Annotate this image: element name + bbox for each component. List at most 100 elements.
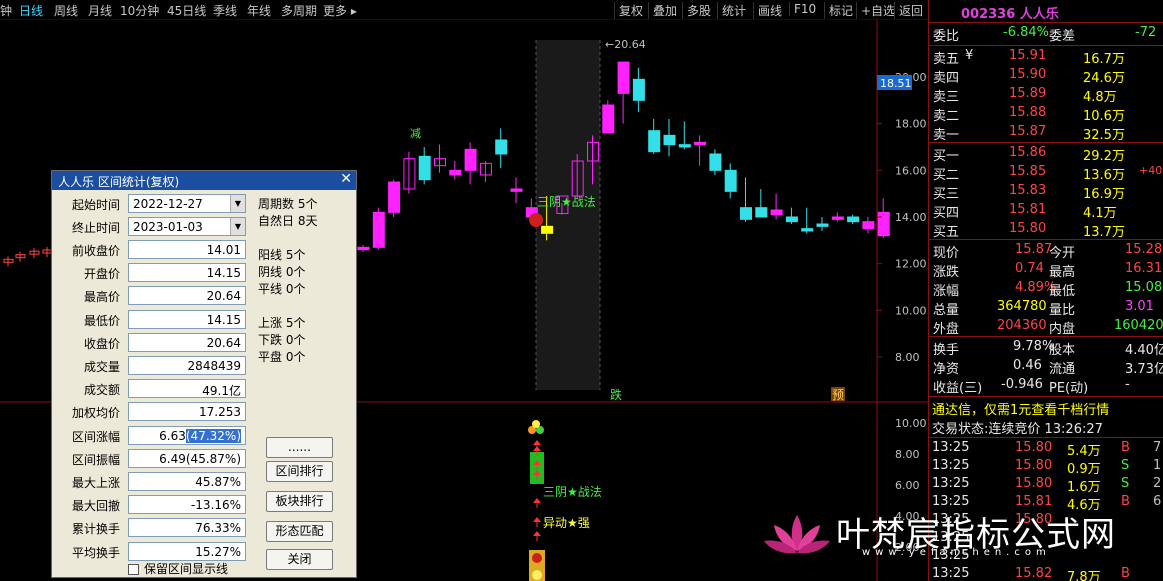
toolbar-button[interactable]: 返回 bbox=[894, 2, 923, 19]
stat-value: 15.28 bbox=[1125, 242, 1163, 257]
toolbar-button[interactable]: +自选 bbox=[856, 2, 895, 19]
candle bbox=[510, 177, 523, 203]
toolbar-button[interactable]: 叠加 bbox=[648, 2, 677, 19]
stat-label: 量比 bbox=[1049, 303, 1076, 318]
indicator-tick-label: 8.00 bbox=[895, 448, 920, 461]
candle bbox=[434, 144, 446, 173]
stat-value: 15.87 bbox=[1015, 242, 1053, 257]
keep-interval-checkbox[interactable]: 保留区间显示线 bbox=[128, 560, 228, 577]
field-label: 区间涨幅 bbox=[71, 429, 120, 444]
ask-price: 15.88 bbox=[1009, 105, 1047, 120]
field-label: 成交额 bbox=[83, 383, 120, 398]
candle bbox=[479, 161, 492, 182]
period-tab[interactable]: 日线 bbox=[19, 2, 43, 19]
stat-value: 160420 bbox=[1114, 318, 1163, 333]
period-tab[interactable]: 钟 bbox=[0, 2, 12, 19]
field-label: 开盘价 bbox=[83, 267, 120, 282]
candle bbox=[816, 217, 829, 231]
stat-field[interactable]: 15.27% bbox=[128, 541, 246, 561]
svg-text:预: 预 bbox=[832, 388, 844, 402]
toolbar-button[interactable]: 复权 bbox=[614, 2, 643, 19]
bid-row: 买四 15.81 4.1万 bbox=[929, 202, 1163, 221]
stat-field[interactable]: 6.63(47.32%) bbox=[128, 425, 246, 445]
toolbar: 钟日线 周线 月线 10分钟 45日线 季线 年线 多周期 更多 ▸ 复权 叠加 多股 统计 画线 F10… bbox=[0, 0, 928, 20]
pattern-match-button[interactable]: 形态匹配 bbox=[266, 521, 333, 542]
candle bbox=[755, 189, 768, 218]
dialog-title-bar[interactable]: 人人乐 区间统计(复权) ✕ bbox=[52, 171, 356, 190]
stat-field[interactable]: 49.1亿 bbox=[128, 379, 246, 399]
toolbar-button[interactable]: 标记 bbox=[824, 2, 853, 19]
more-button[interactable]: ...... bbox=[266, 437, 333, 458]
bid-price: 15.83 bbox=[1009, 183, 1047, 198]
stat-field[interactable]: 6.49(45.87%) bbox=[128, 448, 246, 468]
trade-row: 13:25 15.80 5.4万 B 7 bbox=[929, 440, 1163, 459]
stat-field[interactable]: 20.64 bbox=[128, 332, 246, 352]
stat-value: 204360 bbox=[997, 318, 1047, 333]
annot-yu: 预 bbox=[831, 387, 845, 402]
toolbar-button[interactable]: 多股 bbox=[682, 2, 711, 19]
summary-info: 阳线 5个 bbox=[258, 248, 306, 262]
candle bbox=[831, 212, 844, 222]
candle bbox=[372, 207, 385, 250]
trade-direction: S bbox=[1121, 458, 1130, 473]
stat-field[interactable]: -13.16% bbox=[128, 495, 246, 515]
toolbar-button[interactable]: 统计 bbox=[717, 2, 746, 19]
ask-label: 卖一 bbox=[933, 128, 960, 143]
candle bbox=[602, 100, 615, 134]
stat-value: 0.74 bbox=[1015, 261, 1044, 276]
stat-field[interactable]: 14.15 bbox=[128, 263, 246, 283]
stat-field[interactable]: 14.01 bbox=[128, 240, 246, 259]
candle bbox=[648, 119, 661, 154]
y-tick-label: 12.00 bbox=[895, 258, 927, 271]
trade-row: 13:25 15.80 0.9万 S 1 bbox=[929, 458, 1163, 477]
stat-value: 364780 bbox=[997, 299, 1047, 314]
sector-rank-button[interactable]: 板块排行 bbox=[266, 491, 333, 512]
trade-row: 13:25 15.80 1.6万 S 2 bbox=[929, 476, 1163, 495]
stat-field[interactable]: 45.87% bbox=[128, 472, 246, 491]
promo-link[interactable]: 通达信，仅需1元查看千档行情 bbox=[929, 399, 1163, 418]
end-time-select[interactable]: 2023-01-03 ▼ bbox=[128, 217, 246, 236]
bid-volume: 13.6万 bbox=[1083, 168, 1125, 183]
ask-price: 15.89 bbox=[1009, 86, 1047, 101]
interval-highlight bbox=[536, 40, 600, 390]
trade-time: 13:25 bbox=[932, 440, 970, 455]
stat-label: 收益(三) bbox=[933, 381, 983, 396]
field-label: 最大上涨 bbox=[71, 476, 120, 490]
bid-label: 买一 bbox=[933, 149, 960, 164]
ask-price: 15.91 bbox=[1009, 48, 1047, 63]
ask-price: 15.90 bbox=[1009, 67, 1047, 82]
period-tab[interactable]: 季线 bbox=[213, 2, 237, 19]
bid-price: 15.86 bbox=[1009, 145, 1047, 160]
ask-row: 卖五 ¥15.91 16.7万 bbox=[929, 48, 1163, 67]
stat-field[interactable]: 14.15 bbox=[128, 309, 246, 329]
bid-row: 买五 15.80 13.7万 bbox=[929, 221, 1163, 240]
interval-rank-button[interactable]: 区间排行 bbox=[266, 461, 333, 482]
toolbar-button[interactable]: F10 bbox=[789, 2, 816, 16]
stat-field[interactable]: 2848439 bbox=[128, 356, 246, 375]
stat-label: PE(动) bbox=[1049, 381, 1089, 396]
stat-field[interactable]: 20.64 bbox=[128, 286, 246, 306]
ask-volume: 24.6万 bbox=[1083, 71, 1125, 86]
close-icon[interactable]: ✕ bbox=[340, 171, 352, 187]
stat-field[interactable]: 76.33% bbox=[128, 518, 246, 538]
period-tab[interactable]: 月线 bbox=[88, 2, 112, 19]
weibi-row: 委比 -6.84% 委差 -72 bbox=[933, 25, 1157, 44]
bid-volume: 13.7万 bbox=[1083, 225, 1125, 240]
chevron-down-icon[interactable]: ▼ bbox=[230, 218, 245, 235]
period-tab[interactable]: 年线 bbox=[247, 2, 271, 19]
period-tab[interactable]: 周线 bbox=[54, 2, 78, 19]
yen-mark: ¥ bbox=[965, 48, 974, 63]
chevron-down-icon[interactable]: ▼ bbox=[230, 195, 245, 212]
stat-field[interactable]: 17.253 bbox=[128, 402, 246, 422]
trade-count: 7 bbox=[1153, 440, 1162, 455]
bid-price: 15.81 bbox=[1009, 202, 1047, 217]
period-tab[interactable]: 45日线 bbox=[167, 2, 206, 19]
close-button[interactable]: 关闭 bbox=[266, 549, 333, 570]
period-tab[interactable]: 多周期 bbox=[281, 2, 317, 19]
toolbar-button[interactable]: 画线 bbox=[753, 2, 782, 19]
period-tab[interactable]: 10分钟 bbox=[120, 2, 159, 19]
candle bbox=[663, 119, 676, 157]
start-time-select[interactable]: 2022-12-27 ▼ bbox=[128, 194, 246, 213]
stat-value: - bbox=[1125, 377, 1130, 392]
period-tab[interactable]: 更多 ▸ bbox=[323, 2, 357, 19]
